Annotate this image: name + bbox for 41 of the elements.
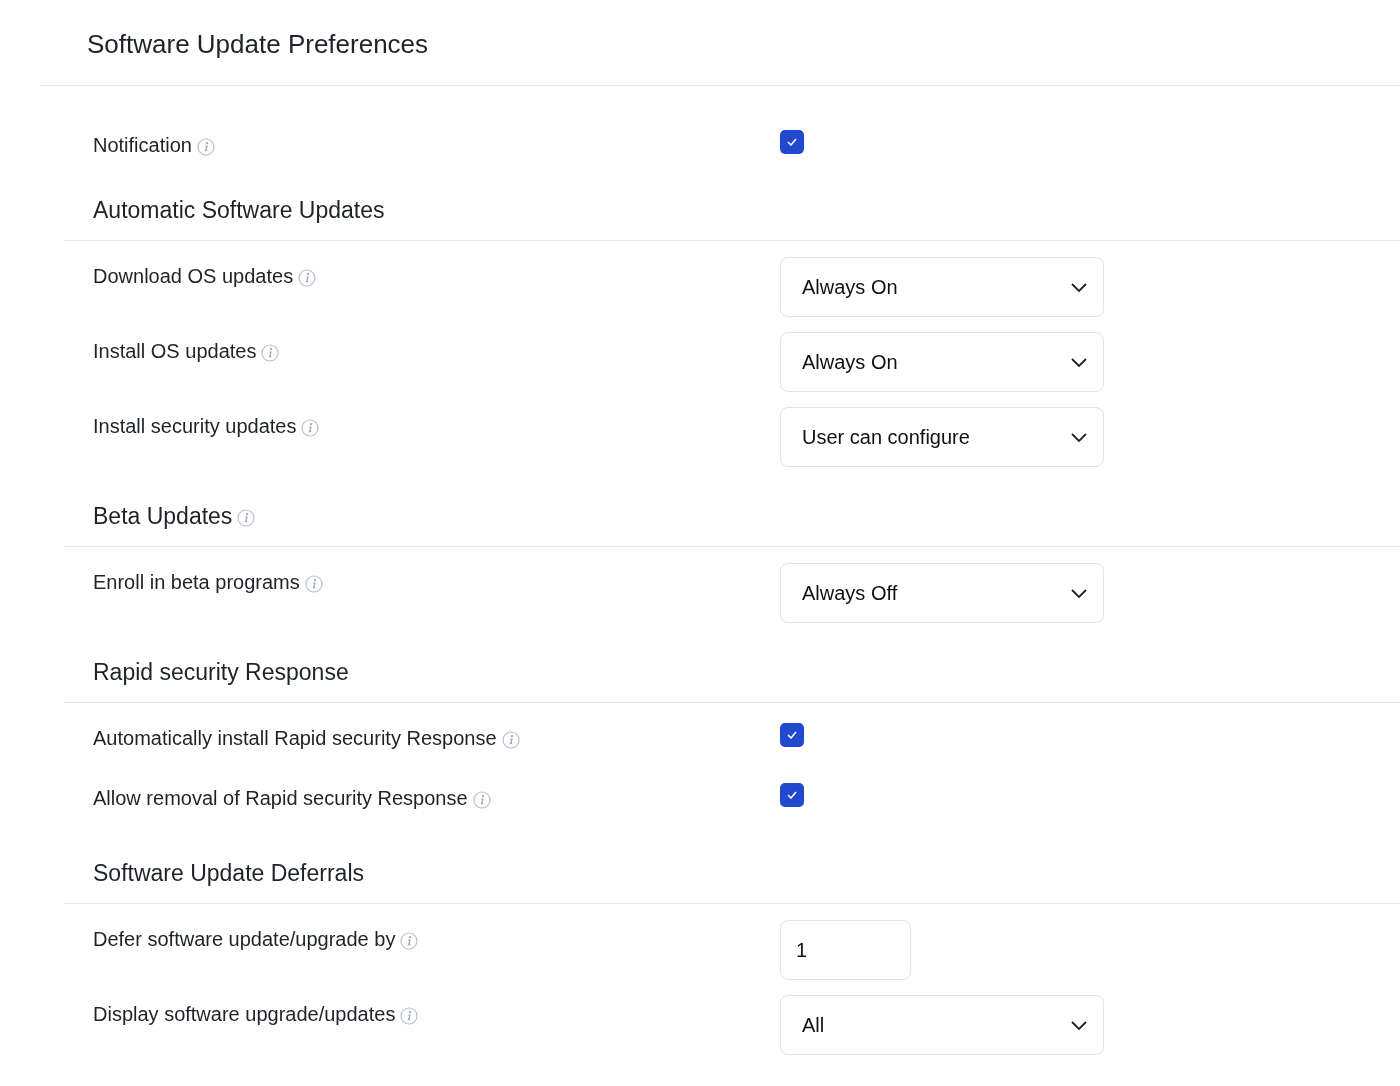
info-icon[interactable] bbox=[261, 343, 280, 362]
dropdown-select[interactable]: Always On bbox=[780, 332, 1104, 392]
setting-label: Defer software update/upgrade by bbox=[93, 927, 396, 951]
check-icon bbox=[787, 731, 797, 739]
info-icon[interactable] bbox=[196, 137, 215, 156]
number-field[interactable]: 1 bbox=[780, 920, 911, 980]
info-icon[interactable] bbox=[298, 268, 317, 287]
checkbox[interactable] bbox=[780, 723, 804, 747]
setting-label: Display software upgrade/updates bbox=[93, 1002, 396, 1026]
section-heading: Beta Updates bbox=[93, 502, 233, 530]
chevron-down-icon bbox=[1071, 357, 1087, 367]
info-icon[interactable] bbox=[301, 418, 320, 437]
check-icon bbox=[787, 138, 797, 146]
setting-label: Notification bbox=[93, 133, 192, 157]
section-heading: Software Update Deferrals bbox=[93, 859, 364, 887]
info-icon[interactable] bbox=[501, 730, 520, 749]
chevron-down-icon bbox=[1071, 588, 1087, 598]
page-title: Software Update Preferences bbox=[87, 28, 429, 61]
info-icon[interactable] bbox=[472, 790, 491, 809]
chevron-down-icon bbox=[1071, 282, 1087, 292]
checkbox[interactable] bbox=[780, 130, 804, 154]
setting-label: Install security updates bbox=[93, 414, 297, 438]
setting-label: Automatically install Rapid security Response bbox=[93, 726, 497, 750]
info-icon[interactable] bbox=[400, 931, 419, 950]
dropdown-select[interactable]: User can configure bbox=[780, 407, 1104, 467]
chevron-down-icon bbox=[1071, 432, 1087, 442]
dropdown-select[interactable]: Always On bbox=[780, 257, 1104, 317]
info-icon[interactable] bbox=[304, 574, 323, 593]
section-heading: Automatic Software Updates bbox=[93, 196, 385, 224]
setting-label: Install OS updates bbox=[93, 339, 257, 363]
setting-label: Download OS updates bbox=[93, 264, 294, 288]
dropdown-select[interactable]: Always Off bbox=[780, 563, 1104, 623]
section-heading: Rapid security Response bbox=[93, 658, 349, 686]
check-icon bbox=[787, 791, 797, 799]
checkbox[interactable] bbox=[780, 783, 804, 807]
setting-label: Enroll in beta programs bbox=[93, 570, 300, 594]
info-icon[interactable] bbox=[237, 508, 256, 527]
dropdown-select[interactable]: All bbox=[780, 995, 1104, 1055]
info-icon[interactable] bbox=[400, 1006, 419, 1025]
chevron-down-icon bbox=[1071, 1020, 1087, 1030]
setting-label: Allow removal of Rapid security Response bbox=[93, 786, 468, 810]
